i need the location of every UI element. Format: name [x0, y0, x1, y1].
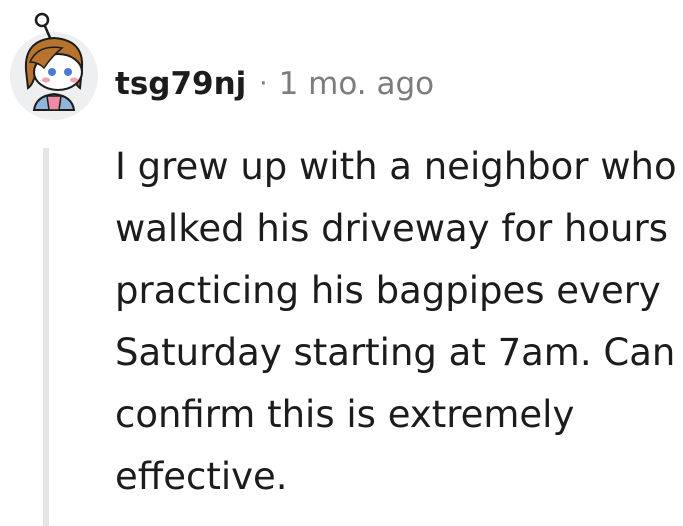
snoo-avatar-icon — [10, 12, 98, 120]
user-avatar[interactable] — [4, 10, 104, 122]
comment-body: I grew up with a neighbor who walked his… — [115, 145, 677, 498]
meta-separator: · — [259, 69, 268, 99]
comment-header: tsg79nj · 1 mo. ago — [115, 62, 434, 106]
thread-line[interactable] — [43, 148, 49, 526]
comment-timestamp[interactable]: 1 mo. ago — [279, 66, 435, 102]
comment-author[interactable]: tsg79nj — [115, 66, 246, 102]
